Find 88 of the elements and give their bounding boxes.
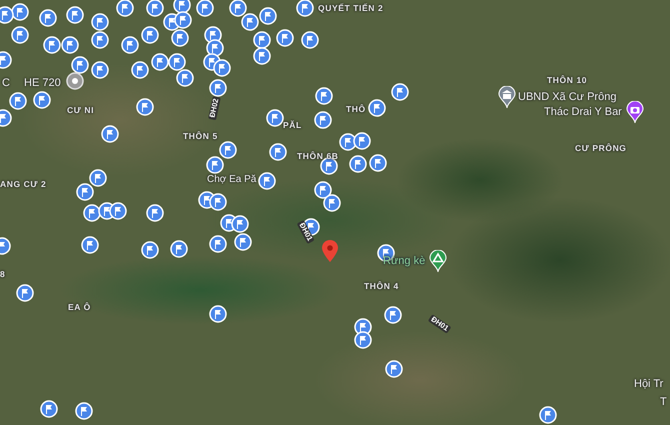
area-label: QUYẾT TIẾN 2: [318, 4, 384, 14]
flag-pin-icon[interactable]: [296, 0, 314, 17]
area-label: PĂL: [283, 121, 302, 130]
flag-pin-icon[interactable]: [209, 79, 227, 97]
flag-pin-icon[interactable]: [269, 143, 287, 161]
flag-pin-icon[interactable]: [141, 26, 159, 44]
place-label: C: [2, 77, 10, 90]
flag-pin-icon[interactable]: [259, 7, 277, 25]
area-label: THÔ: [346, 105, 366, 114]
flag-pin-icon[interactable]: [76, 183, 94, 201]
flag-pin-icon[interactable]: [11, 26, 29, 44]
flag-pin-icon[interactable]: [71, 56, 89, 74]
flag-pin-icon[interactable]: [66, 6, 84, 24]
area-label: CƯ NI: [67, 106, 94, 116]
flag-pin-icon[interactable]: [276, 29, 294, 47]
flag-pin-icon[interactable]: [146, 0, 164, 17]
area-label: EA Ô: [68, 303, 91, 312]
place-label: Thác Drai Y Bar: [544, 106, 622, 118]
tree-icon[interactable]: [429, 250, 448, 272]
flag-pin-icon[interactable]: [314, 111, 332, 129]
flag-pin-icon[interactable]: [196, 0, 214, 17]
place-label: HE 720: [24, 77, 61, 90]
flag-pin-icon[interactable]: [176, 69, 194, 87]
flag-pin-icon[interactable]: [369, 154, 387, 172]
flag-pin-icon[interactable]: [231, 215, 249, 233]
flag-pin-icon[interactable]: [91, 61, 109, 79]
flag-pin-icon[interactable]: [213, 59, 231, 77]
place-label: T: [660, 396, 667, 408]
flag-pin-icon[interactable]: [131, 61, 149, 79]
flag-pin-icon[interactable]: [9, 92, 27, 110]
flag-pin-icon[interactable]: [0, 6, 14, 24]
flag-pin-icon[interactable]: [121, 36, 139, 54]
camera-icon[interactable]: [626, 101, 644, 123]
flag-pin-icon[interactable]: [141, 241, 159, 259]
area-label: THÔN 10: [547, 76, 588, 86]
flag-pin-icon[interactable]: [136, 98, 154, 116]
flag-pin-icon[interactable]: [241, 13, 259, 31]
flag-pin-icon[interactable]: [39, 9, 57, 27]
flag-pin-icon[interactable]: [146, 204, 164, 222]
flag-pin-icon[interactable]: [171, 29, 189, 47]
area-label: THÔN 4: [364, 282, 399, 292]
flag-pin-icon[interactable]: [91, 31, 109, 49]
flag-pin-icon[interactable]: [33, 91, 51, 109]
flag-pin-icon[interactable]: [209, 305, 227, 323]
flag-pin-icon[interactable]: [91, 13, 109, 31]
flag-pin-icon[interactable]: [174, 11, 192, 29]
place-label: Rừng kè: [383, 255, 426, 268]
flag-pin-icon[interactable]: [101, 125, 119, 143]
flag-pin-icon[interactable]: [170, 240, 188, 258]
flag-pin-icon[interactable]: [116, 0, 134, 17]
area-label: ANG CƯ 2: [0, 180, 46, 190]
flag-pin-icon[interactable]: [368, 99, 386, 117]
flag-pin-icon[interactable]: [253, 47, 271, 65]
flag-pin-icon[interactable]: [323, 194, 341, 212]
flag-pin-icon[interactable]: [43, 36, 61, 54]
place-label: UBND Xã Cư Prông: [518, 91, 616, 104]
place-label: Hội Tr: [634, 378, 664, 390]
flag-pin-icon[interactable]: [315, 87, 333, 105]
flag-pin-icon[interactable]: [266, 109, 284, 127]
flag-pin-icon[interactable]: [219, 141, 237, 159]
flag-pin-icon[interactable]: [75, 402, 93, 420]
area-label: THÔN 5: [183, 132, 218, 142]
flag-pin-icon[interactable]: [258, 172, 276, 190]
building-icon[interactable]: [498, 86, 516, 108]
flag-pin-icon[interactable]: [206, 156, 224, 174]
place-dot-icon[interactable]: [66, 72, 84, 90]
place-label: Chợ Ea Pă: [207, 174, 256, 185]
flag-pin-icon[interactable]: [385, 360, 403, 378]
area-label: 8: [0, 270, 6, 280]
flag-pin-icon[interactable]: [354, 331, 372, 349]
flag-pin-icon[interactable]: [89, 169, 107, 187]
flag-pin-icon[interactable]: [301, 31, 319, 49]
flag-pin-icon[interactable]: [229, 0, 247, 17]
flag-pin-icon[interactable]: [16, 284, 34, 302]
flag-pin-icon[interactable]: [384, 306, 402, 324]
flag-pin-icon[interactable]: [539, 406, 557, 424]
flag-pin-icon[interactable]: [109, 202, 127, 220]
flag-pin-icon[interactable]: [349, 155, 367, 173]
area-label: CƯ PRÔNG: [575, 144, 627, 154]
flag-pin-icon[interactable]: [61, 36, 79, 54]
flag-pin-icon[interactable]: [81, 236, 99, 254]
flag-pin-icon[interactable]: [391, 83, 409, 101]
flag-pin-icon[interactable]: [40, 400, 58, 418]
flag-pin-icon[interactable]: [353, 132, 371, 150]
flag-pin-icon[interactable]: [209, 193, 227, 211]
area-label: THÔN 6B: [297, 152, 339, 162]
flag-pin-icon[interactable]: [234, 233, 252, 251]
flag-pin-icon[interactable]: [209, 235, 227, 253]
